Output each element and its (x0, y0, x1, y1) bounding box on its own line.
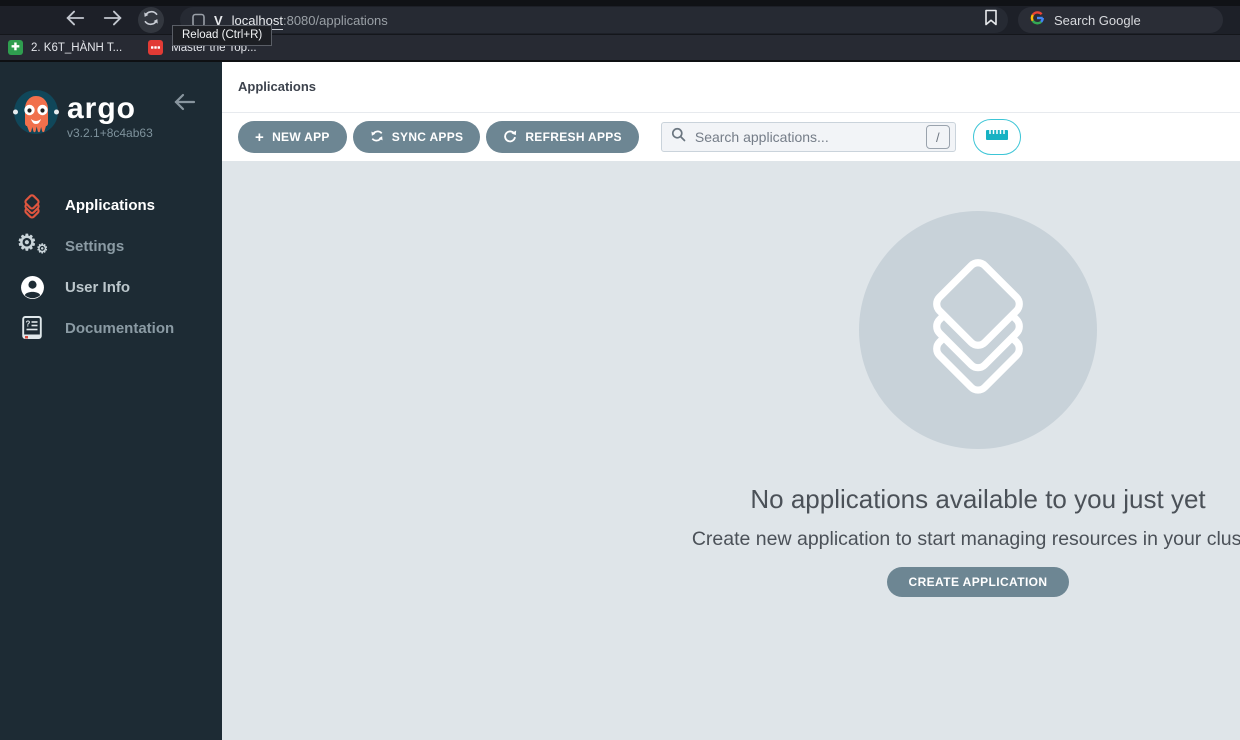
view-toggle-button[interactable] (972, 119, 1021, 155)
empty-state-subtitle: Create new application to start managing… (691, 528, 1240, 550)
slash-shortcut-badge: / (925, 125, 950, 149)
document-icon: ? (16, 315, 48, 342)
argo-wordmark: argo (67, 92, 137, 125)
address-bar[interactable]: V localhost:8080/applications (180, 7, 1008, 33)
search-applications-input[interactable] (692, 128, 926, 146)
page-header: Applications + NEW APP SYNC APPS REFRESH… (222, 62, 1240, 161)
sidebar-item-settings[interactable]: ⚙ ⚙ Settings (0, 226, 222, 267)
reload-icon (142, 9, 160, 32)
sidebar: argo v3.2.1+8c4ab63 Applications ⚙ ⚙ Set… (0, 62, 222, 740)
forward-button[interactable] (100, 7, 126, 33)
svg-text:?: ? (26, 320, 31, 329)
sync-apps-label: SYNC APPS (391, 130, 464, 144)
new-app-label: NEW APP (272, 130, 330, 144)
applications-toolbar: + NEW APP SYNC APPS REFRESH APPS Search … (222, 113, 1240, 161)
sidebar-nav: Applications ⚙ ⚙ Settings User Info ? Do… (0, 185, 222, 349)
applications-content: No applications available to you just ye… (222, 161, 1240, 740)
search-applications-box: / (660, 122, 956, 152)
argocd-app: argo v3.2.1+8c4ab63 Applications ⚙ ⚙ Set… (0, 62, 1240, 740)
back-arrow-icon (64, 9, 86, 32)
new-app-button[interactable]: + NEW APP (238, 121, 347, 153)
sheet-favicon-icon: ✚ (8, 40, 23, 55)
gears-icon: ⚙ ⚙ (17, 229, 48, 256)
back-button[interactable] (62, 7, 88, 33)
refresh-apps-button[interactable]: REFRESH APPS (486, 121, 639, 153)
sync-apps-button[interactable]: SYNC APPS (352, 121, 481, 153)
argo-octopus-icon (12, 88, 60, 151)
breadcrumb: Applications (238, 79, 317, 94)
sidebar-item-label: Settings (65, 238, 125, 255)
browser-chrome: V localhost:8080/applications Search Goo… (0, 0, 1240, 62)
sidebar-item-label: Documentation (65, 320, 175, 337)
google-search-placeholder: Search Google (1054, 12, 1141, 28)
create-application-button[interactable]: CREATE APPLICATION (886, 567, 1070, 597)
url-path: :8080/applications (282, 12, 388, 28)
bookmark-item[interactable]: ✚ 2. K6T_HÀNH T... (8, 40, 122, 55)
sidebar-item-documentation[interactable]: ? Documentation (0, 308, 222, 349)
argo-version: v3.2.1+8c4ab63 (67, 126, 153, 140)
bookmark-icon[interactable] (984, 9, 998, 31)
sidebar-item-label: Applications (65, 197, 156, 214)
empty-state-title: No applications available to you just ye… (750, 484, 1206, 514)
search-icon (671, 127, 686, 147)
plus-icon: + (255, 128, 265, 146)
sync-icon (370, 129, 384, 146)
layers-icon (16, 191, 48, 221)
course-favicon-icon (148, 40, 164, 55)
ruler-icon (985, 128, 1008, 146)
google-logo-icon (1029, 10, 1045, 31)
forward-arrow-icon (102, 9, 124, 32)
layers-large-icon (898, 253, 1058, 408)
main-panel: Applications + NEW APP SYNC APPS REFRESH… (222, 62, 1240, 740)
user-icon (16, 275, 48, 300)
sidebar-collapse-button[interactable] (172, 92, 196, 117)
refresh-icon (503, 129, 517, 146)
empty-state: No applications available to you just ye… (222, 211, 1240, 597)
bookmark-label: 2. K6T_HÀNH T... (31, 41, 123, 54)
refresh-apps-label: REFRESH APPS (525, 130, 622, 144)
reload-button[interactable] (138, 7, 164, 33)
sidebar-item-label: User Info (65, 279, 131, 296)
empty-state-circle (859, 211, 1097, 449)
reload-tooltip: Reload (Ctrl+R) (172, 25, 273, 46)
sidebar-item-user-info[interactable]: User Info (0, 267, 222, 308)
google-search-field[interactable]: Search Google (1018, 7, 1223, 33)
sidebar-item-applications[interactable]: Applications (0, 185, 222, 226)
